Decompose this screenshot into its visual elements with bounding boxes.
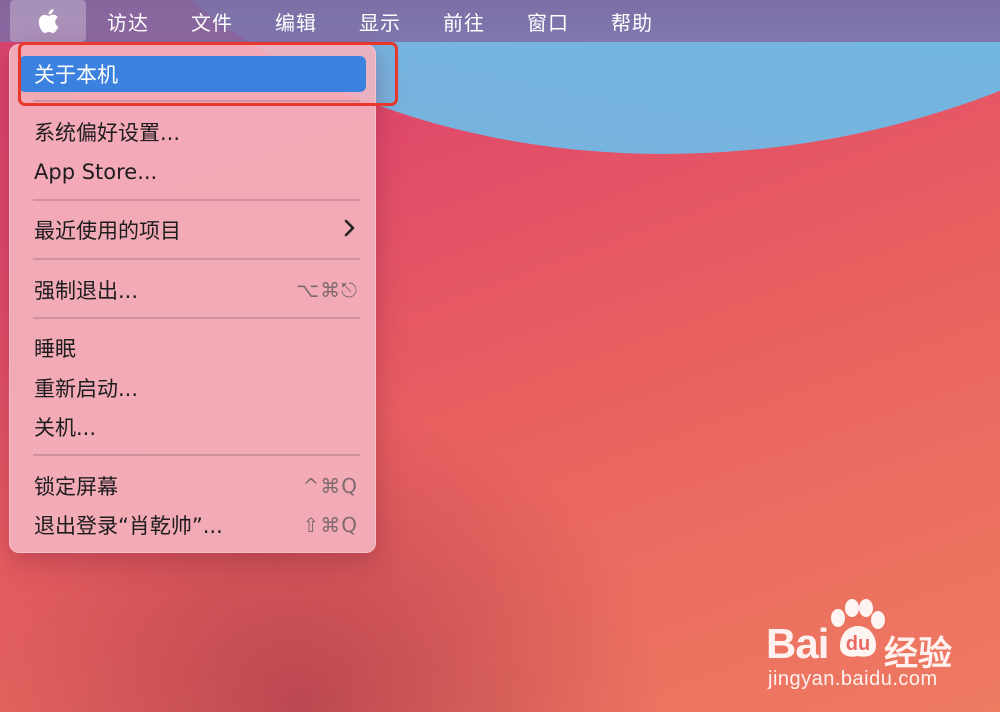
svg-text:du: du [846, 633, 870, 655]
menu-separator [33, 454, 360, 456]
menu-item-label: 关机... [34, 416, 97, 440]
menu-item-system-preferences[interactable]: 系统偏好设置... [19, 114, 366, 150]
menu-item-label: 睡眠 [34, 337, 76, 361]
menu-file[interactable]: 文件 [170, 0, 254, 42]
menu-separator [33, 258, 360, 260]
menu-item-label: 强制退出... [34, 279, 139, 303]
apple-menu-button[interactable] [10, 0, 86, 42]
menu-help[interactable]: 帮助 [590, 0, 674, 42]
menu-item-label: 退出登录“肖乾帅”... [34, 514, 223, 538]
menu-item-log-out[interactable]: 退出登录“肖乾帅”... ⇧⌘Q [19, 507, 366, 543]
shortcut-label: ⇧⌘Q [302, 513, 358, 537]
watermark-logo-text: Bai [766, 620, 829, 667]
menu-item-sleep[interactable]: 睡眠 [19, 330, 366, 366]
chevron-right-icon [344, 218, 366, 243]
menu-view[interactable]: 显示 [338, 0, 422, 42]
menu-go[interactable]: 前往 [422, 0, 506, 42]
menu-item-label: 锁定屏幕 [34, 475, 118, 499]
baidu-jingyan-watermark: Bai du 经验 jingyan.baidu.com [766, 598, 976, 698]
menu-item-lock-screen[interactable]: 锁定屏幕 ^⌘Q [19, 468, 366, 504]
watermark-url: jingyan.baidu.com [768, 668, 938, 690]
annotation-highlight-box [18, 42, 398, 106]
menu-item-restart[interactable]: 重新启动... [19, 370, 366, 406]
menu-item-label: 最近使用的项目 [34, 219, 181, 243]
menu-item-app-store[interactable]: App Store... [19, 154, 366, 190]
menu-item-shut-down[interactable]: 关机... [19, 409, 366, 445]
menu-item-force-quit[interactable]: 强制退出... ⌥⌘⎋ [19, 272, 366, 308]
menu-finder[interactable]: 访达 [86, 0, 170, 42]
menu-item-recent-items[interactable]: 最近使用的项目 [19, 212, 366, 248]
menu-item-label: 重新启动... [34, 377, 139, 401]
menu-separator [33, 199, 360, 201]
menu-item-label: 系统偏好设置... [34, 121, 181, 145]
apple-logo-icon [38, 9, 59, 34]
shortcut-label: ^⌘Q [302, 474, 358, 498]
menu-bar: 访达 文件 编辑 显示 前往 窗口 帮助 [0, 0, 1000, 42]
menu-edit[interactable]: 编辑 [254, 0, 338, 42]
menu-window[interactable]: 窗口 [506, 0, 590, 42]
paw-icon: du [831, 599, 885, 657]
menu-item-label: App Store... [34, 160, 158, 184]
apple-dropdown-menu: 关于本机 系统偏好设置... App Store... 最近使用的项目 强制退出… [9, 44, 376, 553]
shortcut-label: ⌥⌘⎋ [296, 278, 358, 302]
menu-separator [33, 317, 360, 319]
